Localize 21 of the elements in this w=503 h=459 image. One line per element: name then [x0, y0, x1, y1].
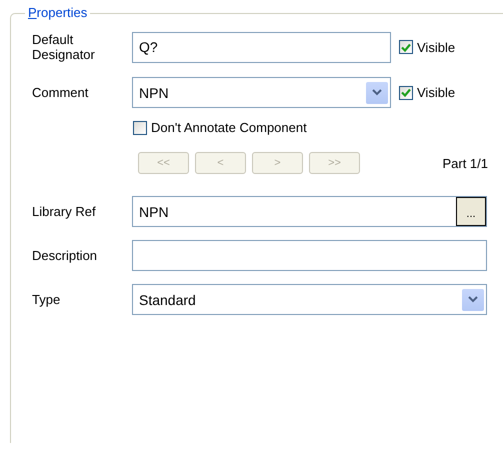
part-label: Part 1/1 [442, 156, 488, 170]
field-label: Description [32, 248, 98, 263]
library-ref-field[interactable]: NPN ... [132, 196, 487, 227]
comment-dropdown[interactable]: NPN [132, 77, 391, 108]
designator-field[interactable]: Q? [132, 32, 391, 62]
checkbox-label: Don't Annotate Component [151, 120, 307, 135]
checkbox-label: Visible [417, 40, 456, 54]
field-label: Comment [32, 85, 90, 100]
type-dropdown[interactable]: Standard [132, 284, 487, 315]
field-label: Type [32, 292, 62, 307]
checkbox[interactable] [399, 86, 413, 100]
checkbox-label: Visible [417, 85, 456, 100]
checkbox[interactable] [399, 40, 413, 54]
checkbox[interactable] [133, 120, 147, 134]
description-field[interactable] [132, 240, 487, 271]
chevron-down-icon [462, 288, 484, 310]
chevron-down-icon [366, 82, 388, 104]
field-label: Default Designator [32, 32, 96, 62]
field-label: Library Ref [32, 204, 97, 219]
browse-button[interactable]: ... [456, 197, 486, 226]
group-title: Properties [25, 5, 90, 20]
